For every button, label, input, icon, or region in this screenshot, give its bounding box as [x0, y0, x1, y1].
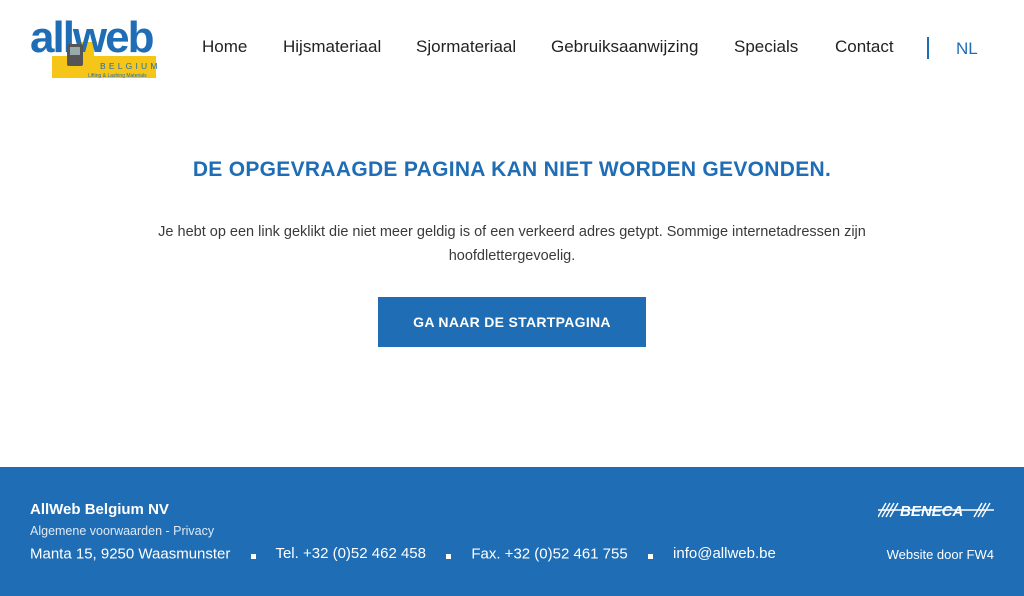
- company-name: AllWeb Belgium NV: [30, 501, 169, 518]
- nav-item-sjormateriaal[interactable]: Sjormateriaal: [416, 36, 516, 58]
- site-footer: AllWeb Belgium NV Algemene voorwaarden -…: [0, 467, 1024, 596]
- terms-link[interactable]: Algemene voorwaarden: [30, 524, 162, 538]
- go-to-homepage-button[interactable]: GA NAAR DE STARTPAGINA: [378, 297, 646, 347]
- nav-item-hijsmateriaal[interactable]: Hijsmateriaal: [283, 36, 381, 58]
- nav-item-home[interactable]: Home: [202, 36, 247, 58]
- nav-item-gebruiksaanwijzing[interactable]: Gebruiksaanwijzing: [551, 36, 698, 58]
- credit-link[interactable]: Website door FW4: [887, 547, 994, 562]
- svg-text:BENECA: BENECA: [900, 503, 963, 519]
- svg-text:allweb: allweb: [30, 14, 154, 62]
- language-switcher[interactable]: NL: [956, 38, 978, 60]
- bullet-separator: [647, 553, 653, 559]
- error-message: Je hebt op een link geklikt die niet mee…: [158, 224, 866, 264]
- nav-item-specials[interactable]: Specials: [734, 36, 798, 58]
- address: Manta 15, 9250 Waasmunster: [30, 545, 231, 563]
- privacy-link[interactable]: Privacy: [173, 524, 214, 538]
- svg-text:Lifting & Lashing Materials: Lifting & Lashing Materials: [88, 73, 147, 79]
- legal-separator: -: [162, 524, 174, 538]
- fax-number: Fax. +32 (0)52 461 755: [471, 545, 628, 563]
- page-title: DE OPGEVRAAGDE PAGINA KAN NIET WORDEN GE…: [192, 158, 832, 181]
- beneca-logo[interactable]: BENECA: [877, 501, 994, 520]
- svg-text:BELGIUM: BELGIUM: [100, 61, 161, 71]
- bullet-separator: [250, 553, 256, 559]
- legal-links: Algemene voorwaarden - Privacy: [30, 524, 214, 538]
- site-header: allweb BELGIUM Lifting & Lashing Materia…: [0, 0, 1024, 96]
- email-link[interactable]: info@allweb.be: [673, 545, 776, 562]
- bullet-separator: [446, 553, 452, 559]
- nav-divider: [927, 37, 929, 59]
- phone-link[interactable]: Tel. +32 (0)52 462 458: [275, 545, 426, 562]
- allweb-logo[interactable]: allweb BELGIUM Lifting & Lashing Materia…: [30, 14, 170, 80]
- nav-item-contact[interactable]: Contact: [835, 36, 894, 58]
- contact-info: Manta 15, 9250 Waasmunster Tel. +32 (0)5…: [30, 545, 776, 563]
